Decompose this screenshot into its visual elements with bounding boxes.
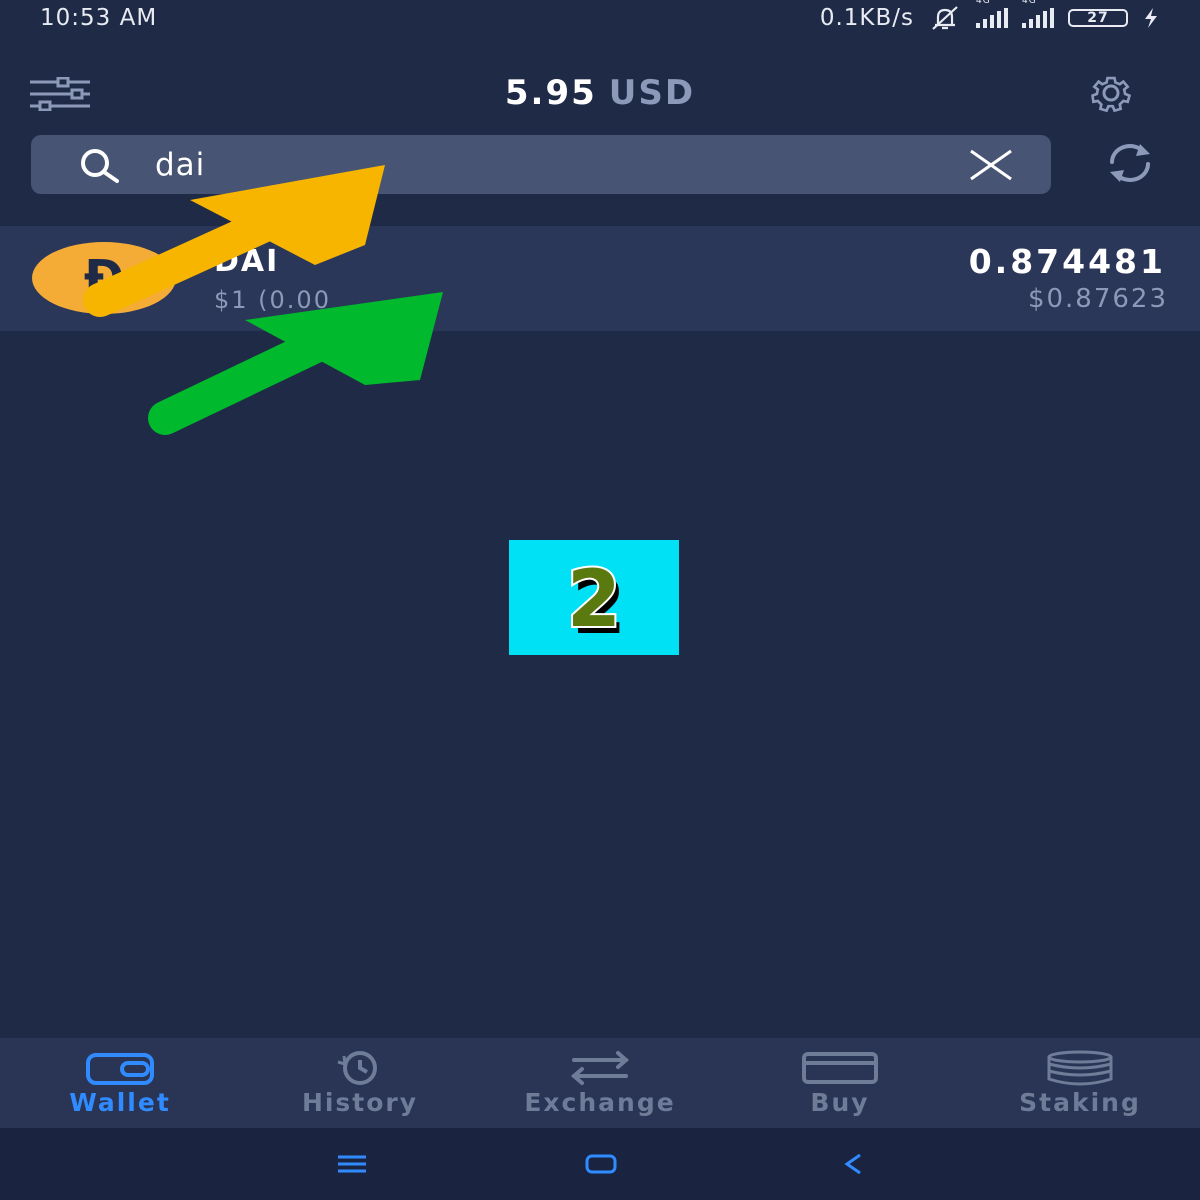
nav-exchange[interactable]: Exchange <box>480 1038 720 1128</box>
asset-price: $1 (0.00 <box>214 286 331 314</box>
nav-wallet[interactable]: Wallet <box>0 1038 240 1128</box>
search-bar <box>31 135 1051 194</box>
refresh-icon[interactable] <box>1100 140 1160 186</box>
coins-stack-icon <box>1047 1050 1113 1085</box>
search-input[interactable] <box>153 145 917 184</box>
nav-label: Wallet <box>69 1087 171 1117</box>
nav-staking[interactable]: Staking <box>960 1038 1200 1128</box>
watermark-logo: 2 2 <box>509 540 679 655</box>
nav-label: History <box>301 1087 419 1117</box>
wallet-icon <box>86 1052 154 1085</box>
back-icon[interactable] <box>840 1150 866 1178</box>
home-icon[interactable] <box>584 1150 618 1178</box>
net-speed: 0.1KB/s <box>819 5 914 31</box>
battery-icon: 27 <box>1068 9 1128 27</box>
nav-history[interactable]: History <box>240 1038 480 1128</box>
bottom-nav: Wallet History Exchange Buy Staking <box>0 1038 1200 1128</box>
signal-icon-sim1: 4G <box>976 0 1008 28</box>
asset-symbol: DAI <box>214 244 280 279</box>
balance-currency: USD <box>608 72 696 113</box>
asset-amount: 0.874481 <box>968 242 1166 281</box>
system-nav-bar <box>0 1128 1200 1200</box>
asset-fiat-value: $0.87623 <box>1027 284 1168 314</box>
card-icon <box>802 1051 878 1084</box>
charging-icon <box>1145 8 1157 28</box>
menu-icon[interactable] <box>336 1150 368 1178</box>
dai-logo-icon: Đ <box>32 242 176 314</box>
battery-level: 27 <box>1087 10 1109 26</box>
watermark-glyph: 2 2 <box>565 553 626 652</box>
status-bar: 10:53 AM 0.1KB/s 4G 4G 27 <box>0 0 1200 36</box>
balance-value: 5.95 <box>504 72 597 113</box>
nav-label: Exchange <box>524 1087 676 1117</box>
clock: 10:53 AM <box>40 5 158 31</box>
history-icon <box>337 1050 377 1085</box>
filter-icon[interactable] <box>28 77 92 111</box>
nav-buy[interactable]: Buy <box>720 1038 960 1128</box>
asset-row-dai[interactable]: Đ DAI $1 (0.00 0.874481 $0.87623 <box>0 226 1200 331</box>
bell-muted-icon <box>932 6 958 30</box>
close-icon[interactable] <box>967 147 1015 183</box>
svg-text:2: 2 <box>567 555 621 645</box>
gear-icon[interactable] <box>1080 73 1142 113</box>
status-icons: 0.1KB/s 4G 4G 27 <box>819 0 1160 31</box>
nav-label: Staking <box>1019 1087 1141 1117</box>
header: 5.95 USD <box>0 55 1200 130</box>
search-icon <box>81 148 119 183</box>
signal-icon-sim2: 4G <box>1022 0 1054 28</box>
total-balance: 5.95 USD <box>505 73 695 113</box>
nav-label: Buy <box>810 1087 870 1117</box>
exchange-icon <box>570 1050 630 1085</box>
